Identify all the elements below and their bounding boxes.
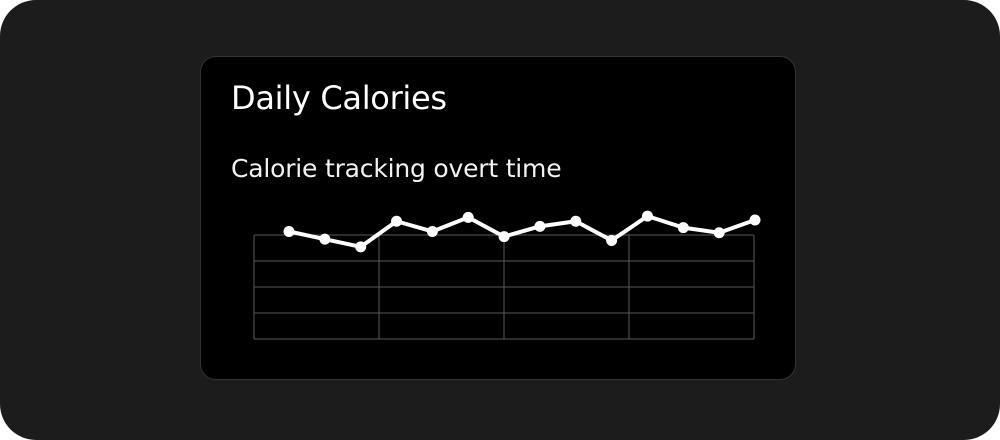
data-point xyxy=(319,233,331,245)
data-point xyxy=(462,211,474,223)
data-point xyxy=(677,222,689,234)
page-background: Daily Calories Calorie tracking overt ti… xyxy=(0,0,1000,440)
calorie-line-chart xyxy=(253,210,761,340)
data-point xyxy=(283,225,295,237)
data-point xyxy=(534,220,546,232)
data-point xyxy=(391,215,403,227)
data-point xyxy=(570,215,582,227)
data-point xyxy=(426,225,438,237)
calories-card: Daily Calories Calorie tracking overt ti… xyxy=(200,56,796,380)
data-point xyxy=(749,214,761,226)
data-point xyxy=(641,210,653,222)
data-point xyxy=(713,227,725,239)
data-point xyxy=(606,234,618,246)
chart-series xyxy=(283,210,761,253)
chart-grid xyxy=(253,234,755,340)
data-point xyxy=(498,231,510,243)
data-point xyxy=(355,241,367,253)
